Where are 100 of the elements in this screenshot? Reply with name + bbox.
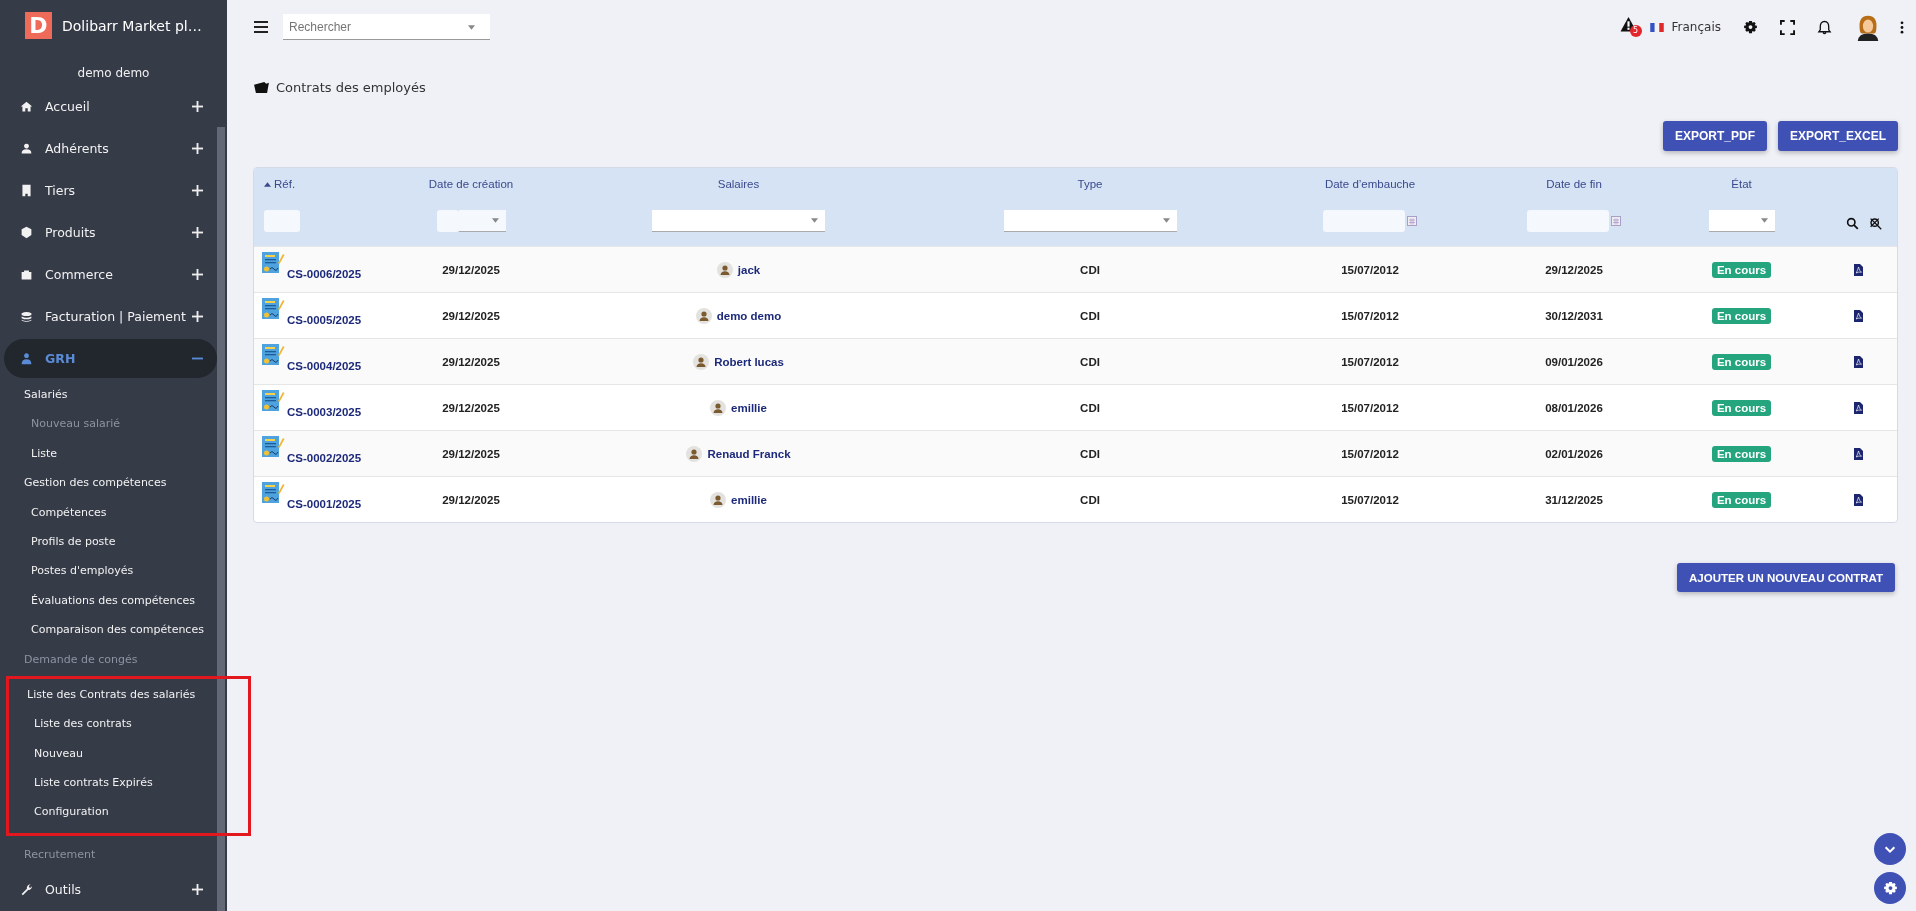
search-field[interactable]: Rechercher [283,14,490,40]
plus-icon[interactable] [192,101,203,112]
table-cell: CDI [1080,263,1100,276]
flag-icon[interactable] [1649,22,1664,32]
submenu-item[interactable]: Profils de poste [0,526,217,557]
submenu-item[interactable]: Nouveau [9,738,248,769]
contract-icon [261,435,285,459]
plus-icon[interactable] [192,311,203,322]
settings-button[interactable] [1874,872,1906,904]
plus-icon[interactable] [192,269,203,280]
submenu-item[interactable]: Évaluations des compétences [0,585,217,616]
table-cell: 08/01/2026 [1545,401,1603,414]
submenu-item[interactable]: Configuration [9,797,248,827]
menu-item[interactable]: Accueil [4,87,217,126]
sort-icon[interactable] [264,182,271,188]
contract-ref-link[interactable]: CS-0004/2025 [287,360,362,372]
submenu-item[interactable]: Liste des contrats [9,709,248,739]
settings-icon[interactable] [1743,19,1758,35]
date-field[interactable] [1527,210,1609,232]
filter-field[interactable] [436,210,459,232]
pdf-icon[interactable] [1853,401,1863,414]
contract-ref-link[interactable]: CS-0005/2025 [287,314,362,326]
column-header[interactable]: Salaires [717,178,760,198]
user-name[interactable]: demo demo [0,66,227,80]
employee-link[interactable]: Renaud Franck [686,445,791,462]
filter-field[interactable] [264,210,300,232]
menu-item[interactable]: Commerce [4,255,217,294]
menu-item[interactable]: Adhérents [4,129,217,168]
submenu-item[interactable]: Postes d'employés [0,556,217,586]
column-header[interactable]: Type [1077,178,1103,198]
plus-icon[interactable] [192,185,203,196]
submenu-item[interactable]: Compétences [0,497,217,527]
column-header[interactable]: Date de création [428,178,514,198]
contract-ref-link[interactable]: CS-0006/2025 [287,268,362,280]
pdf-icon[interactable] [1853,355,1863,368]
clear-filter-icon[interactable] [1869,216,1882,230]
status-badge: En cours [1711,307,1772,324]
contract-ref-link[interactable]: CS-0002/2025 [287,452,362,464]
scroll-down-button[interactable] [1874,833,1906,865]
submenu-item[interactable]: Salariés [0,380,217,410]
export-button[interactable]: EXPORT_PDF [1662,121,1767,151]
export-button[interactable]: EXPORT_EXCEL [1777,121,1898,151]
status-badge: En cours [1711,261,1772,278]
person-icon [686,445,703,462]
add-contract-button[interactable]: AJOUTER UN NOUVEAU CONTRAT [1677,563,1895,592]
folder-icon [253,81,270,94]
bell-icon[interactable] [1817,19,1832,35]
table-cell: 29/12/2025 [442,493,500,506]
language-selector[interactable]: Français [1671,20,1721,34]
more-icon[interactable] [1900,20,1904,34]
scrollbar[interactable] [217,127,225,911]
pdf-icon[interactable] [1853,493,1863,506]
menu-item[interactable]: Facturation | Paiement [4,297,217,336]
status-badge: En cours [1711,353,1772,370]
submenu-item[interactable]: Liste des Contrats des salariés [9,679,248,710]
person-icon [710,399,727,416]
search-icon[interactable] [1846,216,1859,230]
contract-icon [261,251,285,275]
pdf-icon[interactable] [1853,447,1863,460]
employee-link[interactable]: Robert lucas [693,353,784,370]
menu-item[interactable]: Outils [4,870,217,910]
plus-icon[interactable] [192,227,203,238]
person-icon [710,491,727,508]
fullscreen-icon[interactable] [1780,19,1795,35]
employee-link[interactable]: emillie [710,399,767,416]
employee-link[interactable]: emillie [710,491,767,508]
submenu-item[interactable]: Liste contrats Expirés [9,768,248,798]
submenu-item[interactable]: Liste [0,438,217,469]
contract-icon [261,481,285,505]
table-cell: CDI [1080,447,1100,460]
app-name[interactable]: Dolibarr Market pl… [62,17,202,34]
menu-item[interactable]: Tiers [4,171,217,210]
plus-icon[interactable] [192,884,203,896]
table-cell: 29/12/2025 [442,447,500,460]
table-cell: 15/07/2012 [1341,447,1399,460]
pdf-icon[interactable] [1853,263,1863,276]
plus-icon[interactable] [192,143,203,154]
column-header[interactable]: Réf. [264,178,296,198]
submenu-item[interactable]: Comparaison des compétences [0,615,217,645]
column-header[interactable]: Date d’embauche [1324,178,1416,198]
person-icon [716,261,733,278]
employee-link[interactable]: demo demo [695,307,782,324]
status-badge: En cours [1711,399,1772,416]
contract-ref-link[interactable]: CS-0001/2025 [287,498,362,510]
table-cell: 29/12/2025 [1545,263,1603,276]
menu-item[interactable]: GRH [4,339,217,378]
status-badge: En cours [1711,445,1772,462]
contract-ref-link[interactable]: CS-0003/2025 [287,406,362,418]
caret-icon [811,218,818,223]
column-header[interactable]: État [1731,178,1752,198]
menu-item[interactable]: Produits [4,213,217,252]
table-cell: 15/07/2012 [1341,401,1399,414]
column-header[interactable]: Date de fin [1546,178,1602,198]
table-cell: 31/12/2025 [1545,493,1603,506]
pdf-icon[interactable] [1853,309,1863,322]
table-cell: 15/07/2012 [1341,355,1399,368]
caret-icon[interactable] [468,25,475,30]
employee-link[interactable]: jack [716,261,761,278]
date-field[interactable] [1323,210,1405,232]
submenu-item[interactable]: Gestion des compétences [0,468,217,498]
